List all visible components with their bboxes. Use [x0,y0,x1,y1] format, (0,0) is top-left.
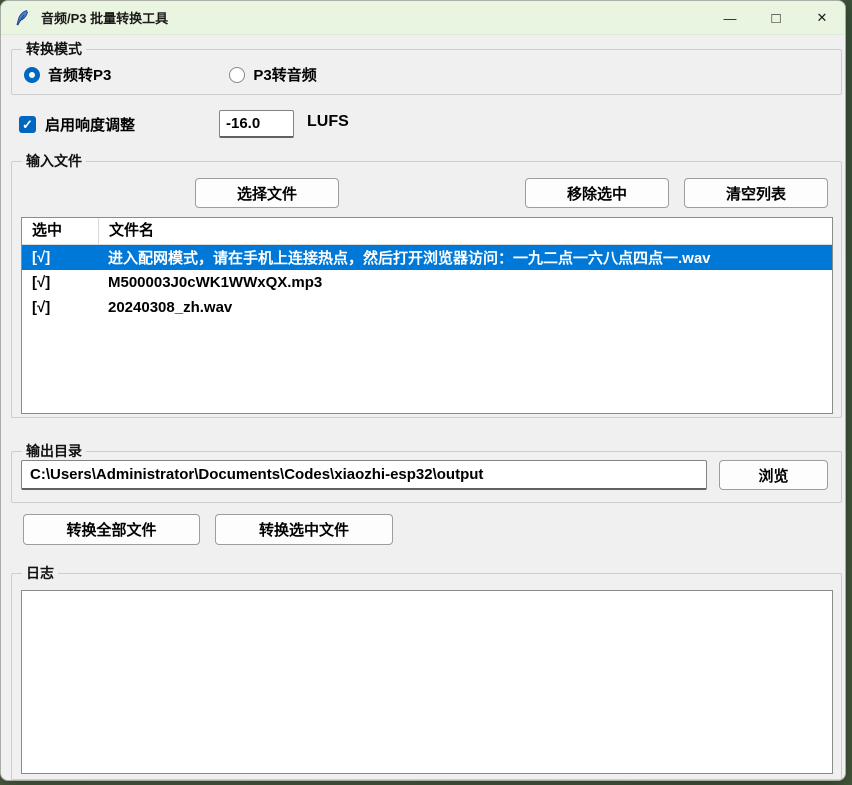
radio-audio-to-p3-label[interactable]: 音频转P3 [48,64,111,85]
radio-p3-to-audio[interactable] [229,67,245,83]
column-header-filename[interactable]: 文件名 [98,218,832,244]
row-filename-cell: M500003J0cWK1WWxQX.mp3 [98,274,832,291]
input-files-label: 输入文件 [22,152,86,171]
row-checked-cell: [√] [22,249,98,266]
title-bar: 音频/P3 批量转换工具 — □ ✕ [1,1,845,35]
radio-p3-to-audio-label[interactable]: P3转音频 [253,64,316,85]
mode-radio-row: 音频转P3 P3转音频 [24,64,317,85]
loudness-checkbox-label[interactable]: 启用响度调整 [45,114,135,135]
row-checked-cell: [√] [22,274,98,291]
table-row[interactable]: [√] 20240308_zh.wav [22,295,832,320]
log-group-label: 日志 [22,564,58,583]
select-files-button[interactable]: 选择文件 [195,178,339,208]
row-filename-cell: 进入配网模式，请在手机上连接热点，然后打开浏览器访问：一九二点一六八点四点一.w… [98,247,832,268]
convert-selected-button[interactable]: 转换选中文件 [215,514,393,545]
output-dir-label: 输出目录 [22,442,86,461]
lufs-unit-label: LUFS [307,113,349,131]
close-icon[interactable]: ✕ [799,1,845,35]
window-title: 音频/P3 批量转换工具 [41,8,168,27]
column-header-checked[interactable]: 选中 [22,218,98,244]
mode-group: 转换模式 音频转P3 P3转音频 [11,49,842,95]
loudness-checkbox[interactable]: ✓ [19,116,36,133]
app-window: 音频/P3 批量转换工具 — □ ✕ 转换模式 音频转P3 P3转音频 ✓ 启用… [0,0,846,781]
table-row[interactable]: [√] M500003J0cWK1WWxQX.mp3 [22,270,832,295]
file-table: 选中 文件名 [√] 进入配网模式，请在手机上连接热点，然后打开浏览器访问：一九… [21,217,833,414]
table-row[interactable]: [√] 进入配网模式，请在手机上连接热点，然后打开浏览器访问：一九二点一六八点四… [22,245,832,270]
row-checked-cell: [√] [22,299,98,316]
remove-selected-button[interactable]: 移除选中 [525,178,669,208]
convert-all-button[interactable]: 转换全部文件 [23,514,200,545]
radio-audio-to-p3[interactable] [24,67,40,83]
lufs-value-input[interactable]: -16.0 [219,110,294,138]
browse-button[interactable]: 浏览 [719,460,828,490]
output-path-input[interactable]: C:\Users\Administrator\Documents\Codes\x… [21,460,707,490]
window-controls: — □ ✕ [707,1,845,35]
loudness-row: ✓ 启用响度调整 [19,110,135,138]
clear-list-button[interactable]: 清空列表 [684,178,828,208]
row-filename-cell: 20240308_zh.wav [98,299,832,316]
app-feather-icon [13,9,31,27]
minimize-icon[interactable]: — [707,1,753,35]
maximize-icon[interactable]: □ [753,1,799,35]
file-table-header: 选中 文件名 [22,218,832,245]
log-textarea[interactable] [21,590,833,774]
mode-group-label: 转换模式 [22,40,86,59]
